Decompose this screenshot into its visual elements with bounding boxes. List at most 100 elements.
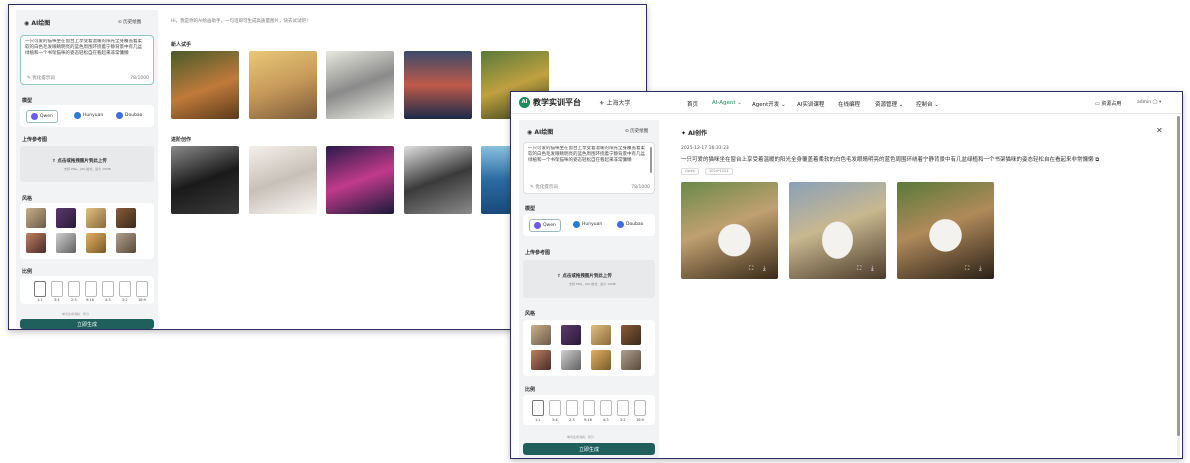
sample-image-dragon[interactable]	[249, 51, 317, 119]
style-thumb[interactable]	[86, 233, 106, 253]
style-thumb[interactable]	[591, 350, 611, 370]
result-image[interactable]: ⛶ ⤓	[789, 182, 886, 279]
caret-down-icon: ▾	[1159, 100, 1162, 105]
model-label: 模型	[22, 98, 33, 104]
prompt-text[interactable]: 一只可爱的猫咪坐在窗台上享受着温暖的阳光全身覆盖着柔软的白色毛发眼睛明亮的蓝色周…	[528, 146, 646, 178]
ratio-2-3[interactable]	[68, 281, 80, 297]
close-icon[interactable]: ✕	[1156, 126, 1163, 135]
model-hunyuan[interactable]: Hunyuan	[573, 221, 602, 228]
optimize-button[interactable]: ✎ 优化提示词	[27, 76, 55, 82]
generate-button[interactable]: 立即生成	[20, 319, 154, 329]
style-thumb[interactable]	[561, 350, 581, 370]
result-prompt: 一只可爱的猫咪坐在窗台上享受着温暖的阳光全身覆盖着柔软的白色毛发眼睛明亮的蓝色周…	[681, 157, 1100, 163]
style-thumb[interactable]	[26, 208, 46, 228]
sample-image-space[interactable]	[326, 146, 394, 214]
chevron-down-icon: ⌄	[781, 102, 786, 108]
model-doubao[interactable]: Doubao	[617, 221, 643, 228]
ratio-9-16[interactable]	[583, 400, 595, 416]
style-thumb[interactable]	[116, 233, 136, 253]
nav-home[interactable]: 首页	[687, 100, 698, 108]
page-scrollbar[interactable]	[1177, 116, 1180, 456]
style-thumb[interactable]	[531, 350, 551, 370]
history-link[interactable]: ⊙ 历史绘图	[625, 128, 648, 134]
ratio-4-3[interactable]	[102, 281, 114, 297]
upload-text: 点击或拖拽图片到此上传	[562, 274, 612, 279]
result-image[interactable]: ⛶ ⤓	[681, 182, 778, 279]
fullscreen-icon[interactable]: ⛶	[749, 265, 753, 273]
result-image[interactable]: ⛶ ⤓	[897, 182, 994, 279]
ratio-3-4[interactable]	[51, 281, 63, 297]
style-thumb[interactable]	[621, 350, 641, 370]
download-icon[interactable]: ⤓	[871, 265, 874, 273]
ratio-label-text: 2:3	[569, 418, 575, 422]
upload-hint: 支持 PNG、JPG 格式，最大 10MB	[569, 282, 616, 286]
style-thumb[interactable]	[56, 233, 76, 253]
optimize-button[interactable]: ✎ 优化提示词	[530, 185, 558, 191]
model-doubao[interactable]: Doubao	[116, 112, 142, 119]
prompt-box[interactable]: 一只可爱的猫咪坐在窗台上享受着温暖的阳光全身覆盖着柔软的白色毛发眼睛明亮的蓝色周…	[523, 142, 655, 194]
upload-area[interactable]: ⇪ 点击或拖拽图片到此上传 支持 PNG、JPG 格式，最大 10MB	[523, 260, 655, 298]
ratio-3-2[interactable]	[119, 281, 131, 297]
nav-resources[interactable]: 资源管理 ⌄	[875, 100, 903, 108]
style-label: 风格	[525, 311, 536, 317]
nav-console[interactable]: 控制台 ⌄	[916, 100, 939, 108]
style-thumb[interactable]	[621, 325, 641, 345]
sample-image-cat[interactable]	[326, 51, 394, 119]
sample-image-knight[interactable]	[171, 146, 239, 214]
style-thumb[interactable]	[56, 208, 76, 228]
prompt-text[interactable]: 一只可爱的猫咪坐在窗台上享受着温暖的阳光全身覆盖着柔软的白色毛发眼睛明亮的蓝色周…	[25, 39, 143, 71]
model-qwen[interactable]: Qwen	[26, 110, 58, 123]
ref-label: 上传参考图	[22, 137, 48, 143]
download-icon[interactable]: ⤓	[763, 265, 766, 273]
sample-image-girl[interactable]	[404, 146, 472, 214]
ratio-label-text: 1:1	[37, 298, 43, 302]
ratio-1-1[interactable]	[34, 281, 46, 297]
ratio-16-9[interactable]	[634, 400, 646, 416]
ratio-4-3[interactable]	[600, 400, 612, 416]
style-thumb[interactable]	[591, 325, 611, 345]
upload-area[interactable]: ⇪ 点击或拖拽图片到此上传 支持 PNG、JPG 格式，最大 10MB	[20, 146, 154, 182]
download-icon[interactable]: ⤓	[979, 265, 982, 273]
generate-button[interactable]: 立即生成	[523, 443, 655, 455]
style-thumb[interactable]	[561, 325, 581, 345]
sample-image-fox[interactable]	[171, 51, 239, 119]
nav-agent-dev[interactable]: Agent开发 ⌄	[752, 100, 786, 108]
chevron-down-icon: ⌄	[737, 100, 742, 106]
resource-usage[interactable]: ▭ 资源占用	[1095, 100, 1121, 107]
style-thumb[interactable]	[531, 325, 551, 345]
style-thumb[interactable]	[116, 208, 136, 228]
hunyuan-icon	[74, 112, 81, 119]
user-menu[interactable]: admin ◯ ▾	[1137, 100, 1161, 105]
fullscreen-icon[interactable]: ⛶	[857, 265, 861, 273]
ratio-label-text: 1:1	[535, 418, 541, 422]
history-link[interactable]: ⊙ 历史绘图	[118, 19, 141, 25]
prompt-box[interactable]: 一只可爱的猫咪坐在窗台上享受着温暖的阳光全身覆盖着柔软的白色毛发眼睛明亮的蓝色周…	[20, 35, 154, 85]
model-hunyuan[interactable]: Hunyuan	[74, 112, 103, 119]
ratio-label: 比例	[525, 387, 536, 393]
prompt-scrollbar[interactable]	[650, 147, 652, 173]
chevron-down-icon: ⌄	[934, 102, 939, 108]
fullscreen-icon[interactable]: ⛶	[965, 265, 969, 273]
sample-image-ink[interactable]	[249, 146, 317, 214]
ratio-label-text: 2:3	[71, 298, 77, 302]
sample-image-sunset[interactable]	[404, 51, 472, 119]
model-qwen[interactable]: Qwen	[529, 219, 561, 232]
model-tag: Qwen	[681, 168, 699, 175]
ratio-3-4[interactable]	[549, 400, 561, 416]
ratio-9-16[interactable]	[85, 281, 97, 297]
ratio-label-text: 9:16	[86, 298, 94, 302]
nav-training[interactable]: AI实训课程	[797, 100, 824, 108]
size-tag: 1024*1024	[705, 168, 733, 175]
ratio-2-3[interactable]	[566, 400, 578, 416]
panel-title: ◉ AI绘图	[24, 20, 51, 27]
top-nav: AI 教学实训平台 ⚜ 上海大学 首页 AI-Agent ⌄ Agent开发 ⌄…	[511, 92, 1182, 114]
nav-coding[interactable]: 在线编程	[838, 100, 860, 108]
ratio-1-1[interactable]	[532, 400, 544, 416]
ratio-16-9[interactable]	[136, 281, 148, 297]
style-thumb[interactable]	[86, 208, 106, 228]
upload-text: 点击或拖拽图片到此上传	[57, 159, 107, 164]
style-thumb[interactable]	[26, 233, 46, 253]
copy-icon[interactable]: ⧉	[1095, 157, 1099, 163]
ratio-3-2[interactable]	[617, 400, 629, 416]
nav-ai-agent[interactable]: AI-Agent ⌄	[712, 100, 742, 106]
